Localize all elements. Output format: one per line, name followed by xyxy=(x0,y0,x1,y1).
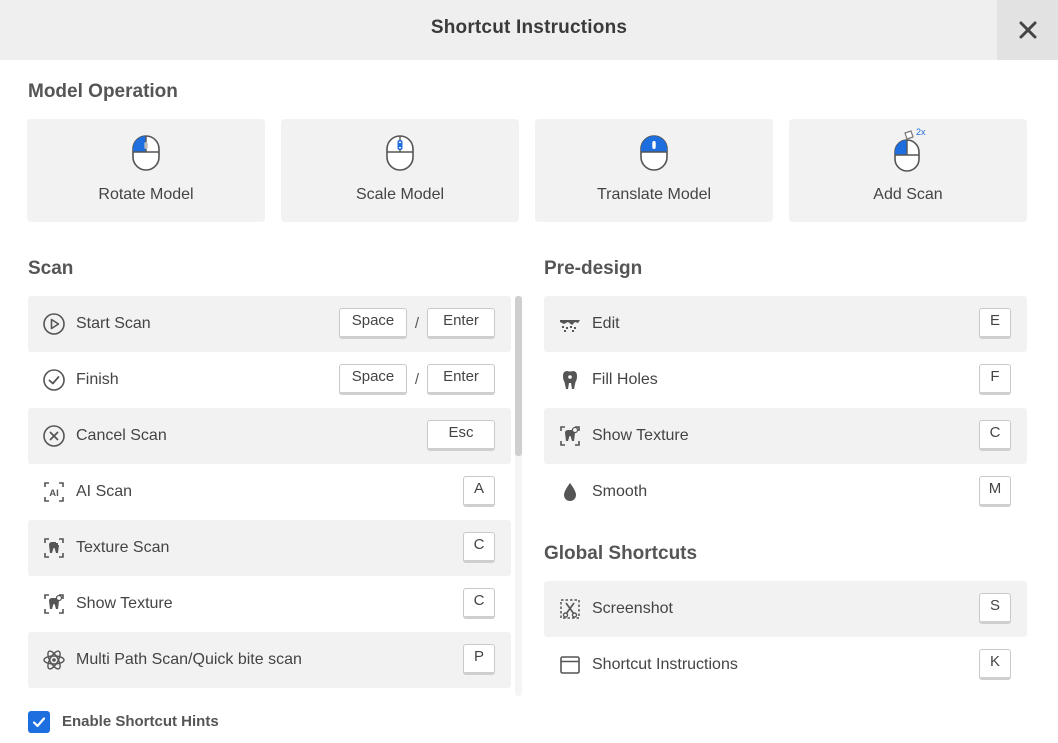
shortcut-label: Finish xyxy=(76,371,119,388)
shortcut-label: Edit xyxy=(592,315,620,332)
shortcut-row-texture-scan: Texture Scan C xyxy=(28,520,511,576)
window-icon xyxy=(560,656,580,674)
key-cap: P xyxy=(463,644,495,675)
shortcut-row-screenshot: Screenshot S xyxy=(544,581,1027,637)
model-op-label: Scale Model xyxy=(355,186,445,203)
mouse-scroll-icon xyxy=(386,135,414,171)
enable-hints-label[interactable]: Enable Shortcut Hints xyxy=(62,713,219,730)
key-separator: / xyxy=(414,371,420,388)
check-circle-icon xyxy=(43,369,65,391)
show-texture-icon xyxy=(560,426,580,446)
show-texture-icon xyxy=(44,594,64,614)
shortcut-row-cancel-scan: Cancel Scan Esc xyxy=(28,408,511,464)
key-group: P xyxy=(463,644,495,675)
scan-list-scrollbar[interactable] xyxy=(515,296,522,696)
key-cap: A xyxy=(463,476,495,507)
section-title-predesign: Pre-design xyxy=(544,258,643,279)
section-title-global: Global Shortcuts xyxy=(544,543,698,564)
shortcut-row-smooth: Smooth M xyxy=(544,464,1027,520)
key-cap: Space xyxy=(339,308,407,339)
shortcut-row-finish: Finish Space / Enter xyxy=(28,352,511,408)
model-op-label: Add Scan xyxy=(873,186,943,203)
play-circle-icon xyxy=(43,313,65,335)
key-group: Space / Enter xyxy=(339,364,495,395)
texture-scan-icon xyxy=(44,538,64,558)
shortcut-label: Cancel Scan xyxy=(76,427,167,444)
mouse-left-click-icon xyxy=(132,135,160,171)
key-group: M xyxy=(979,476,1011,507)
key-group: S xyxy=(979,593,1011,624)
key-group: C xyxy=(463,532,495,563)
predesign-shortcut-list: Edit E Fill Holes F Show Texture C Smoot… xyxy=(544,296,1027,520)
global-shortcut-list: Screenshot S Shortcut Instructions K xyxy=(544,581,1027,693)
key-cap: K xyxy=(979,649,1011,680)
shortcut-label: Show Texture xyxy=(76,595,173,612)
shortcut-label: AI Scan xyxy=(76,483,133,500)
section-title-model-operation: Model Operation xyxy=(28,81,178,102)
key-group: C xyxy=(463,588,495,619)
tooth-icon xyxy=(563,371,577,389)
key-cap: C xyxy=(463,532,495,563)
enable-hints-checkbox[interactable] xyxy=(28,711,50,733)
mouse-double-click-icon: 2x xyxy=(894,127,926,172)
model-op-card-rotate: Rotate Model xyxy=(27,119,265,222)
model-op-label: Translate Model xyxy=(596,186,712,203)
svg-text:AI: AI xyxy=(49,488,59,499)
multi-path-icon xyxy=(43,650,65,670)
scan-shortcut-list: Start Scan Space / Enter Finish Space / … xyxy=(28,296,511,688)
shortcut-row-multi-path-scan: Multi Path Scan/Quick bite scan P xyxy=(28,632,511,688)
model-op-card-scale: Scale Model xyxy=(281,119,519,222)
key-cap: M xyxy=(979,476,1011,507)
cancel-circle-icon xyxy=(43,425,65,447)
shortcut-row-start-scan: Start Scan Space / Enter xyxy=(28,296,511,352)
dialog-title: Shortcut Instructions xyxy=(430,17,628,38)
key-cap: Enter xyxy=(427,364,495,395)
double-click-badge: 2x xyxy=(916,127,926,137)
model-op-label: Rotate Model xyxy=(98,186,194,203)
shortcut-row-show-texture: Show Texture C xyxy=(28,576,511,632)
shortcut-row-edit: Edit E xyxy=(544,296,1027,352)
key-cap: C xyxy=(979,420,1011,451)
key-group: E xyxy=(979,308,1011,339)
close-icon xyxy=(1019,21,1036,39)
shortcut-row-fill-holes: Fill Holes F xyxy=(544,352,1027,408)
ai-scan-icon: AI xyxy=(44,482,64,502)
shortcut-label: Screenshot xyxy=(592,600,673,617)
key-group: C xyxy=(979,420,1011,451)
key-cap: Esc xyxy=(427,420,495,451)
key-cap: C xyxy=(463,588,495,619)
key-cap: E xyxy=(979,308,1011,339)
shortcut-row-shortcut-instructions: Shortcut Instructions K xyxy=(544,637,1027,693)
scrollbar-thumb[interactable] xyxy=(515,296,522,456)
key-cap: Enter xyxy=(427,308,495,339)
key-cap: S xyxy=(979,593,1011,624)
shortcut-label: Fill Holes xyxy=(592,371,658,388)
shortcut-label: Smooth xyxy=(592,483,648,500)
model-op-card-translate: Translate Model xyxy=(535,119,773,222)
shortcut-label: Texture Scan xyxy=(76,539,170,556)
section-title-scan: Scan xyxy=(28,258,74,279)
screenshot-icon xyxy=(560,599,580,619)
key-group: Space / Enter xyxy=(339,308,495,339)
shortcut-label: Multi Path Scan/Quick bite scan xyxy=(76,651,302,668)
checkmark-icon xyxy=(32,717,46,728)
shortcut-row-ai-scan: AI AI Scan A xyxy=(28,464,511,520)
dialog-titlebar: Shortcut Instructions xyxy=(0,0,1058,60)
shortcut-label: Show Texture xyxy=(592,427,689,444)
key-group: A xyxy=(463,476,495,507)
shortcut-label: Start Scan xyxy=(76,315,151,332)
shortcut-row-show-texture: Show Texture C xyxy=(544,408,1027,464)
shortcut-label: Shortcut Instructions xyxy=(592,656,738,673)
model-op-card-add-scan: 2x Add Scan xyxy=(789,119,1027,222)
key-cap: Space xyxy=(339,364,407,395)
key-group: Esc xyxy=(427,420,495,451)
key-group: F xyxy=(979,364,1011,395)
edit-icon xyxy=(560,320,580,332)
key-separator: / xyxy=(414,315,420,332)
key-cap: F xyxy=(979,364,1011,395)
close-button[interactable] xyxy=(997,0,1058,60)
key-group: K xyxy=(979,649,1011,680)
droplet-icon xyxy=(564,483,576,501)
mouse-right-click-icon xyxy=(640,135,668,171)
